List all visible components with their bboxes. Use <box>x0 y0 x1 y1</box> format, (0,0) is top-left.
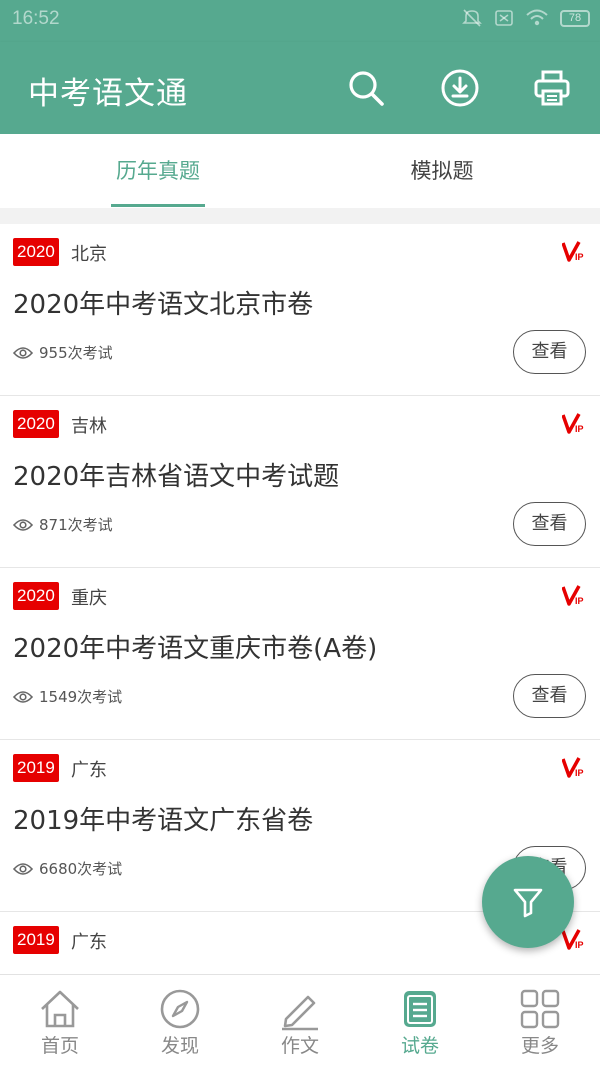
home-icon <box>41 990 79 1028</box>
views-text: 1549次考试 <box>39 688 123 706</box>
app-bar: 中考语文通 <box>0 42 600 134</box>
region-label: 广东 <box>71 760 107 781</box>
views-text: 955次考试 <box>39 344 113 362</box>
tab-mock-exams[interactable]: 模拟题 <box>292 134 592 208</box>
nav-label: 试卷 <box>400 1035 439 1057</box>
status-time: 16:52 <box>12 8 60 29</box>
nav-label: 发现 <box>160 1035 199 1057</box>
svg-text:IP: IP <box>575 596 584 606</box>
eye-icon <box>13 346 33 359</box>
year-badge: 2020 <box>13 238 59 266</box>
views-text: 871次考试 <box>39 516 113 534</box>
compass-icon <box>160 989 200 1029</box>
region-label: 广东 <box>71 932 107 953</box>
view-button[interactable]: 查看 <box>513 330 586 374</box>
battery-indicator: 78 <box>560 9 590 27</box>
tab-bar: 历年真题 模拟题 <box>0 134 600 208</box>
year-badge: 2019 <box>13 926 59 954</box>
search-icon <box>349 71 384 106</box>
nav-discover[interactable]: 发现 <box>120 975 240 1067</box>
views-count: 955次考试 <box>13 342 113 363</box>
filter-icon <box>513 888 543 918</box>
eye-icon <box>13 518 33 531</box>
download-icon <box>441 69 479 107</box>
views-count: 6680次考试 <box>13 858 122 879</box>
eye-icon <box>13 862 33 875</box>
eye-icon <box>13 690 33 703</box>
paper-card[interactable]: 2020 北京 IP 2020年中考语文北京市卷 955次考试 查看 <box>0 224 600 396</box>
print-button[interactable] <box>530 66 574 110</box>
nav-essay[interactable]: 作文 <box>240 975 360 1067</box>
svg-text:IP: IP <box>575 768 584 778</box>
nav-more[interactable]: 更多 <box>480 975 600 1067</box>
view-button[interactable]: 查看 <box>513 674 586 718</box>
svg-text:IP: IP <box>575 940 584 950</box>
document-icon <box>404 991 436 1027</box>
mute-icon <box>462 9 482 27</box>
wifi-icon <box>526 9 548 26</box>
vip-icon: IP <box>562 413 584 434</box>
region-label: 吉林 <box>71 416 107 437</box>
tab-indicator <box>111 204 205 207</box>
vip-icon: IP <box>562 757 584 778</box>
views-count: 871次考试 <box>13 514 113 535</box>
pencil-icon <box>282 995 318 1031</box>
printer-icon <box>534 70 570 106</box>
paper-card[interactable]: 2020 重庆 IP 2020年中考语文重庆市卷(A卷) 1549次考试 查看 <box>0 568 600 740</box>
paper-title[interactable]: 2020年吉林省语文中考试题 <box>13 456 339 493</box>
paper-title[interactable]: 2020年中考语文北京市卷 <box>13 284 313 321</box>
paper-title[interactable]: 2020年中考语文重庆市卷(A卷) <box>13 628 377 665</box>
vip-icon: IP <box>562 241 584 262</box>
nav-home[interactable]: 首页 <box>0 975 120 1067</box>
vip-icon: IP <box>562 929 584 950</box>
no-sim-icon <box>495 10 513 26</box>
nav-label: 作文 <box>280 1035 319 1057</box>
search-button[interactable] <box>344 66 388 110</box>
svg-text:IP: IP <box>575 424 584 434</box>
nav-label: 首页 <box>40 1035 79 1057</box>
vip-icon: IP <box>562 585 584 606</box>
grid-icon <box>520 989 560 1029</box>
filter-button[interactable] <box>482 856 574 948</box>
views-count: 1549次考试 <box>13 686 122 707</box>
view-button[interactable]: 查看 <box>513 502 586 546</box>
status-bar: 16:52 78 <box>0 0 600 42</box>
svg-text:IP: IP <box>575 252 584 262</box>
year-badge: 2020 <box>13 582 59 610</box>
nav-label: 更多 <box>520 1035 559 1057</box>
status-icons: 78 <box>462 8 590 28</box>
app-title: 中考语文通 <box>28 76 188 112</box>
paper-card[interactable]: 2020 吉林 IP 2020年吉林省语文中考试题 871次考试 查看 <box>0 396 600 568</box>
views-text: 6680次考试 <box>39 860 123 878</box>
region-label: 重庆 <box>71 588 107 609</box>
year-badge: 2019 <box>13 754 59 782</box>
region-label: 北京 <box>71 244 107 265</box>
tab-past-exams[interactable]: 历年真题 <box>8 134 308 208</box>
year-badge: 2020 <box>13 410 59 438</box>
paper-title[interactable]: 2019年中考语文广东省卷 <box>13 800 313 837</box>
download-button[interactable] <box>438 66 482 110</box>
bottom-nav: 首页 发现 作文 试卷 更多 <box>0 974 600 1067</box>
nav-exams[interactable]: 试卷 <box>360 975 480 1067</box>
